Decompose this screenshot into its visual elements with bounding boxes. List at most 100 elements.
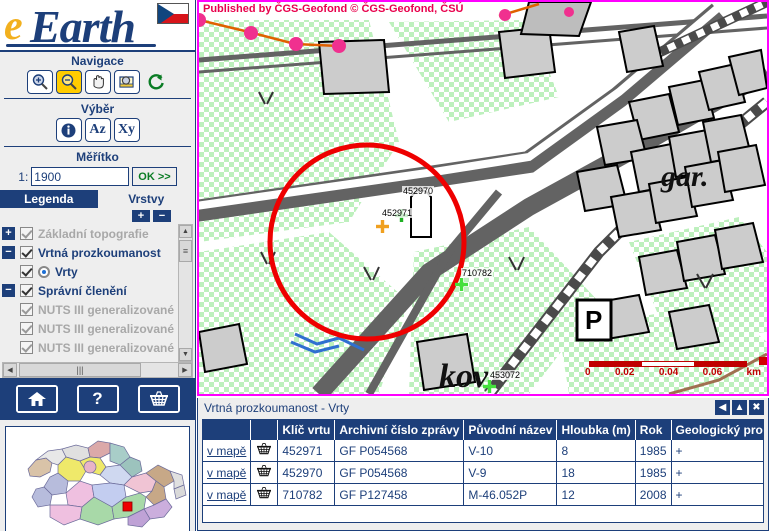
home-button[interactable] — [15, 385, 58, 413]
table-row[interactable]: v mapě — [203, 440, 763, 462]
cell-maplink[interactable]: v mapě — [203, 483, 252, 506]
pan-button[interactable] — [84, 70, 111, 94]
czech-flag-icon — [157, 3, 189, 24]
cell-key: 452970 — [277, 461, 336, 484]
cell-maplink[interactable]: v mapě — [203, 461, 252, 484]
table-row[interactable]: v mapě — [203, 461, 763, 484]
expander-spacer — [2, 303, 15, 316]
cell-basket[interactable] — [250, 461, 279, 484]
scrollbar-thumb[interactable] — [179, 240, 192, 262]
expander-icon[interactable]: + — [2, 227, 15, 240]
layer-row[interactable]: − Správní členění — [2, 281, 195, 300]
back-icon[interactable]: ◀ — [715, 400, 730, 415]
zoom-in-icon — [32, 74, 48, 90]
zoom-to-extent-button[interactable] — [113, 70, 140, 94]
table-row[interactable]: v mapě — [203, 483, 763, 506]
cell-profile[interactable]: + — [671, 483, 763, 506]
info-icon — [61, 123, 76, 137]
cell-basket[interactable] — [250, 483, 279, 506]
expander-icon[interactable]: − — [2, 246, 15, 259]
borehole-label-452970: 452970 — [402, 186, 435, 196]
czech-republic-map-svg — [27, 440, 187, 528]
layer-row[interactable]: Vrty — [2, 262, 195, 281]
borehole-label-452971: 452971 — [381, 208, 414, 218]
info-tool-button[interactable] — [55, 118, 82, 142]
app-logo: e Earth — [0, 0, 195, 52]
layer-row[interactable]: NUTS III generalizované III — [2, 319, 195, 338]
cell-profile[interactable]: + — [671, 461, 763, 484]
cell-basket[interactable] — [250, 440, 279, 462]
basket-icon — [149, 391, 168, 406]
cross-marker-icon — [376, 220, 389, 233]
col-header-report: Archivní číslo zprávy — [334, 420, 465, 440]
layer-tree-vertical-scrollbar[interactable]: ▲ ▼ — [178, 224, 193, 362]
layer-checkbox[interactable] — [20, 322, 33, 335]
application-window: e Earth Navigace Výběr Az Xy Měřítko 1: … — [0, 0, 769, 531]
cell-maplink[interactable]: v mapě — [203, 440, 252, 462]
col-header-basket — [250, 420, 279, 440]
attribute-search-button[interactable]: Az — [84, 118, 111, 142]
layer-tree-horizontal-scrollbar[interactable]: ◀ ||| ▶ — [2, 362, 193, 378]
layer-checkbox[interactable] — [20, 284, 33, 297]
layer-label: Správní členění — [38, 283, 127, 298]
scalebar-tick-1: 0.02 — [614, 367, 635, 378]
collapse-all-button[interactable]: − — [153, 210, 171, 222]
scroll-right-arrow-icon[interactable]: ▶ — [178, 363, 192, 377]
scale-ok-button[interactable]: OK >> — [132, 167, 177, 186]
layer-radio[interactable] — [38, 265, 50, 278]
layer-label: Vrtná prozkoumanost — [38, 245, 161, 260]
layer-checkbox[interactable] — [20, 265, 33, 278]
scroll-down-arrow-icon[interactable]: ▼ — [179, 348, 192, 361]
layer-row[interactable]: NUTS III generalizované IV — [2, 300, 195, 319]
zoom-in-button[interactable] — [26, 70, 53, 94]
result-table: Klíč vrtu Archivní číslo zprávy Původní … — [203, 420, 763, 506]
layer-checkbox[interactable] — [20, 341, 33, 354]
cell-profile[interactable]: + — [671, 440, 763, 462]
close-icon[interactable]: ✖ — [749, 400, 764, 415]
zoom-out-icon — [61, 74, 77, 90]
navigation-toolbar — [0, 69, 195, 97]
borehole-marker-453072[interactable] — [483, 380, 496, 393]
scale-input[interactable] — [31, 167, 130, 186]
overview-map[interactable] — [5, 426, 190, 531]
basket-button[interactable] — [137, 385, 180, 413]
tree-expand-controls: + − — [0, 208, 195, 224]
refresh-button[interactable] — [143, 70, 169, 94]
scalebar-tick-0: 0 — [585, 367, 591, 378]
coordinate-search-button[interactable]: Xy — [113, 118, 140, 142]
tab-vrstvy[interactable]: Vrstvy — [97, 190, 195, 208]
layer-row[interactable]: NUTS III generalizované II — [2, 338, 195, 357]
scrollbar-thumb[interactable]: ||| — [19, 363, 141, 377]
cell-report: GF P054568 — [334, 440, 465, 462]
expander-icon[interactable]: − — [2, 284, 15, 297]
layer-checkbox[interactable] — [20, 246, 33, 259]
col-header-maplink — [203, 420, 252, 440]
selection-section-title: Výběr — [80, 102, 115, 116]
logo-letter-e: e — [4, 3, 23, 49]
map-link[interactable]: v mapě — [207, 466, 246, 480]
help-button[interactable]: ? — [76, 385, 119, 413]
divider — [4, 146, 191, 147]
col-header-year: Rok — [635, 420, 672, 440]
map-viewport[interactable]: P gar. kov 452970 452971 710782 453072 P… — [197, 0, 769, 396]
place-label-kov: kov — [439, 358, 489, 395]
layer-checkbox[interactable] — [20, 227, 33, 240]
scroll-up-arrow-icon[interactable]: ▲ — [179, 225, 192, 238]
layer-row[interactable]: + Základní topografie — [2, 224, 195, 243]
map-link[interactable]: v mapě — [207, 444, 246, 458]
borehole-marker-452971[interactable] — [376, 220, 389, 233]
tab-legenda[interactable]: Legenda — [0, 190, 98, 208]
zoom-out-button[interactable] — [55, 70, 82, 94]
layer-row[interactable]: − Vrtná prozkoumanost — [2, 243, 195, 262]
collapse-icon[interactable]: ▲ — [732, 400, 747, 415]
result-panel-tools: ◀ ▲ ✖ — [715, 400, 764, 415]
basket-icon — [257, 443, 272, 455]
map-link[interactable]: v mapě — [207, 488, 246, 502]
borehole-marker-710782[interactable] — [455, 278, 468, 291]
layer-checkbox[interactable] — [20, 303, 33, 316]
panel-tabs: Legenda Vrstvy — [0, 190, 195, 208]
map-scalebar: 0 0.02 0.04 0.06 km — [585, 361, 761, 378]
expand-all-button[interactable]: + — [132, 210, 150, 222]
borehole-label-453072: 453072 — [489, 370, 522, 380]
scroll-left-arrow-icon[interactable]: ◀ — [3, 363, 17, 377]
